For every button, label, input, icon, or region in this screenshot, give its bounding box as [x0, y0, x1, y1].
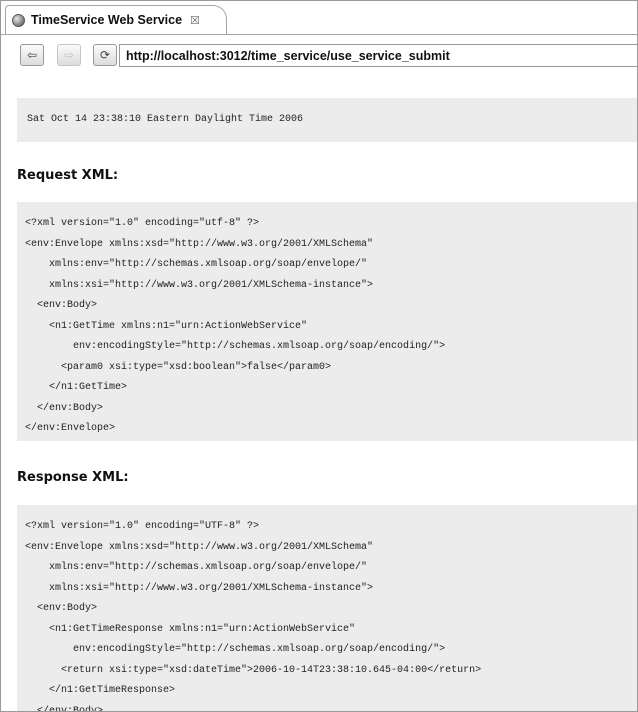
- response-xml-heading: Response XML:: [17, 470, 129, 485]
- xml-line: </env:Body>: [25, 402, 104, 414]
- request-xml-block: <?xml version="1.0" encoding="utf-8" ?> <…: [17, 202, 637, 441]
- xml-line: <return xsi:type="xsd:dateTime">2006-10-…: [25, 664, 482, 676]
- xml-line: </env:Body>: [25, 705, 104, 712]
- xml-line: </n1:GetTimeResponse>: [25, 685, 176, 696]
- refresh-button[interactable]: ⟳: [93, 44, 117, 66]
- xml-line: </n1:GetTime>: [25, 382, 128, 393]
- xml-line: <?xml version="1.0" encoding="UTF-8" ?>: [25, 521, 260, 532]
- globe-icon: [12, 13, 25, 27]
- xml-line: </env:Envelope>: [25, 423, 116, 434]
- xml-line: <env:Envelope xmlns:xsd="http://www.w3.o…: [25, 541, 374, 553]
- xml-line: <env:Envelope xmlns:xsd="http://www.w3.o…: [25, 238, 374, 250]
- back-arrow-icon: ⇦: [26, 48, 38, 62]
- tab-timeservice[interactable]: TimeService Web Service ☒: [5, 5, 227, 34]
- xml-line: <?xml version="1.0" encoding="utf-8" ?>: [25, 218, 260, 229]
- xml-line: <env:Body>: [25, 603, 98, 614]
- refresh-icon: ⟳: [99, 48, 111, 62]
- url-input[interactable]: [119, 44, 637, 67]
- xml-line: xmlns:env="http://schemas.xmlsoap.org/so…: [25, 562, 368, 573]
- browser-window: TimeService Web Service ☒ ⇦ ⇨ ⟳ Sat Oct …: [0, 0, 638, 712]
- close-icon[interactable]: ☒: [190, 14, 200, 27]
- forward-arrow-icon: ⇨: [63, 48, 75, 62]
- back-button[interactable]: ⇦: [20, 44, 44, 66]
- xml-line: <n1:GetTime xmlns:n1="urn:ActionWebServi…: [25, 320, 308, 332]
- xml-line: env:encodingStyle="http://schemas.xmlsoa…: [25, 341, 446, 352]
- xml-line: xmlns:xsi="http://www.w3.org/2001/XMLSch…: [25, 582, 374, 594]
- forward-button[interactable]: ⇨: [57, 44, 81, 66]
- xml-line: xmlns:env="http://schemas.xmlsoap.org/so…: [25, 259, 368, 270]
- date-output: Sat Oct 14 23:38:10 Eastern Daylight Tim…: [17, 98, 637, 142]
- request-xml-heading: Request XML:: [17, 168, 119, 183]
- page-content: Sat Oct 14 23:38:10 Eastern Daylight Tim…: [1, 77, 637, 711]
- navigation-bar: ⇦ ⇨ ⟳: [1, 35, 637, 77]
- tab-title: TimeService Web Service: [31, 13, 183, 27]
- xml-line: <env:Body>: [25, 300, 98, 311]
- xml-line: xmlns:xsi="http://www.w3.org/2001/XMLSch…: [25, 279, 374, 291]
- xml-line: <n1:GetTimeResponse xmlns:n1="urn:Action…: [25, 623, 356, 635]
- xml-line: env:encodingStyle="http://schemas.xmlsoa…: [25, 644, 446, 655]
- tab-strip: TimeService Web Service ☒: [1, 1, 637, 35]
- xml-line: <param0 xsi:type="xsd:boolean">false</pa…: [25, 361, 332, 373]
- response-xml-block: <?xml version="1.0" encoding="UTF-8" ?> <…: [17, 505, 637, 711]
